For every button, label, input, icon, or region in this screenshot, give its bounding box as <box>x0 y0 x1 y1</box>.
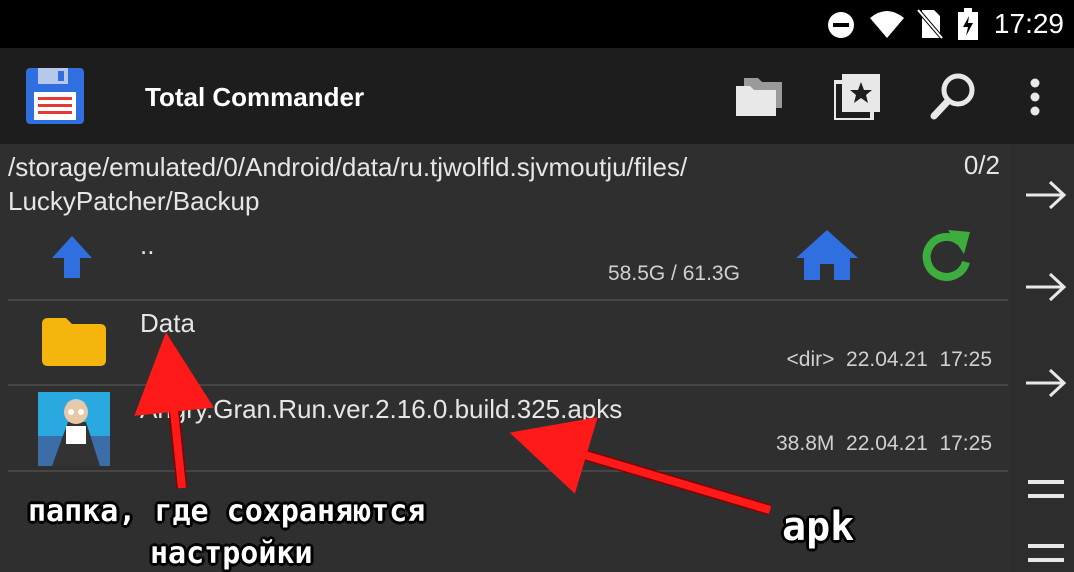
divider <box>8 470 1008 472</box>
move-arrow-icon[interactable] <box>1024 272 1068 302</box>
folder-icon <box>42 318 106 366</box>
no-sim-icon <box>916 8 944 40</box>
more-vert-icon[interactable] <box>1028 78 1042 116</box>
annotation-folder-line2: настройки <box>150 536 313 571</box>
app-title: Total Commander <box>145 82 365 112</box>
home-icon[interactable] <box>794 228 860 282</box>
go-up-icon[interactable] <box>50 234 94 280</box>
file-name: Data <box>140 308 195 338</box>
save-icon[interactable] <box>26 68 84 124</box>
current-path: /storage/emulated/0/Android/data/ru.tjwo… <box>8 152 688 216</box>
file-meta: 38.8M 22.04.21 17:25 <box>776 432 992 455</box>
free-space: 58.5G / 61.3G <box>608 262 740 285</box>
divider <box>8 299 1008 301</box>
file-name: Angry.Gran.Run.ver.2.16.0.build.325.apks <box>140 394 623 424</box>
search-icon[interactable] <box>930 72 976 120</box>
app-toolbar: Total Commander <box>0 48 1074 144</box>
wifi-icon <box>870 11 904 38</box>
annotation-folder-line1: папка, где сохраняются <box>28 494 426 529</box>
do-not-disturb-icon <box>828 12 854 38</box>
refresh-icon[interactable] <box>918 228 976 284</box>
selection-count: 0/2 <box>963 150 1000 180</box>
clock: 17:29 <box>993 8 1064 39</box>
side-button-bar <box>1010 144 1074 572</box>
parent-directory[interactable]: .. <box>140 230 154 261</box>
app-thumbnail <box>38 392 110 466</box>
menu-lines-icon[interactable] <box>1024 542 1068 566</box>
annotation-apk: apk <box>782 504 855 550</box>
folders-icon[interactable] <box>734 74 784 118</box>
status-bar: 17:29 <box>0 0 1074 48</box>
battery-charging-icon <box>958 8 978 40</box>
bookmark-icon[interactable] <box>834 74 880 120</box>
copy-arrow-icon[interactable] <box>1024 180 1068 210</box>
file-meta: <dir> 22.04.21 17:25 <box>786 348 993 371</box>
divider <box>8 384 1008 386</box>
arrow-icon[interactable] <box>1024 368 1068 398</box>
menu-lines-icon[interactable] <box>1024 478 1068 502</box>
